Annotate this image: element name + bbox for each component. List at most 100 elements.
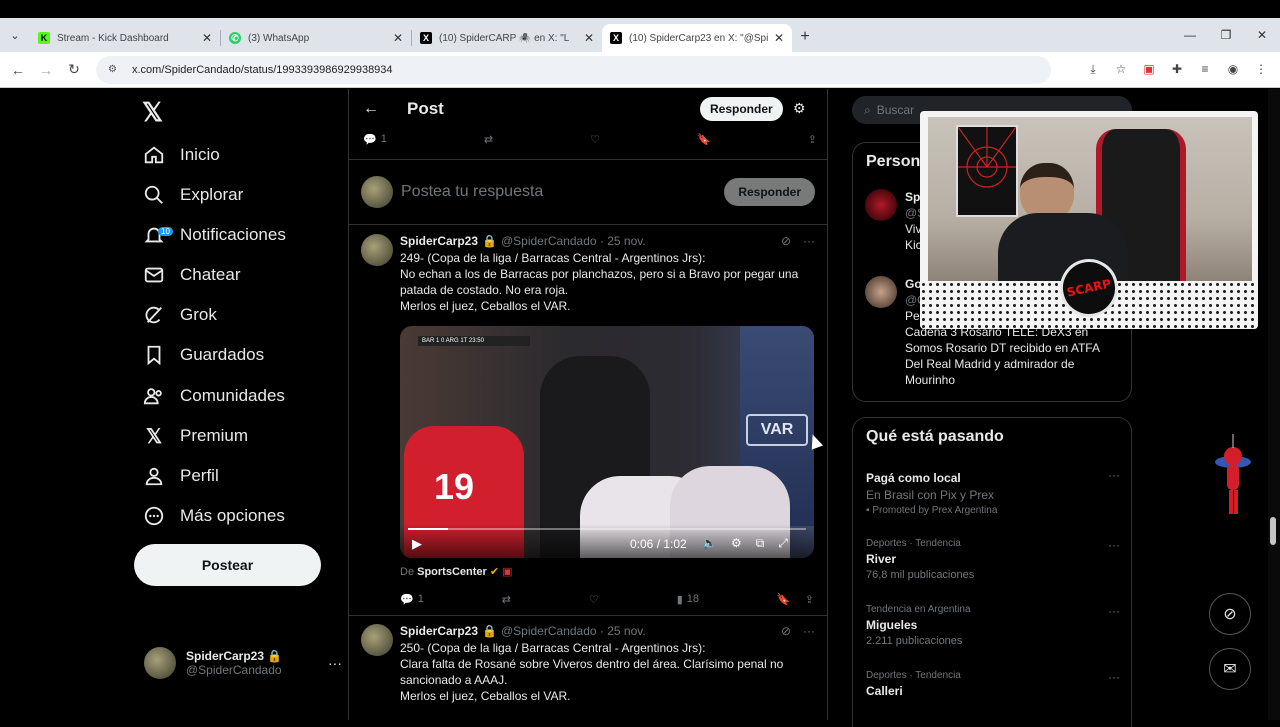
tweet-meta: @SpiderCandado · 25 nov. — [500, 234, 646, 248]
messages-float-button[interactable]: ✉ — [1209, 648, 1251, 690]
source-name[interactable]: SportsCenter — [417, 566, 487, 578]
forward-icon[interactable]: → — [32, 62, 60, 78]
post-button[interactable]: Postear — [134, 544, 321, 586]
minimize-icon[interactable]: — — [1172, 28, 1208, 42]
nav-premium[interactable]: 𝕏 Premium — [142, 416, 248, 456]
restore-icon[interactable]: ❐ — [1208, 28, 1244, 42]
bell-icon: 10 — [142, 223, 173, 247]
profile-icon[interactable]: ◉ — [1224, 62, 1242, 77]
fullscreen-icon[interactable]: ⤢ — [778, 536, 788, 551]
more-icon[interactable]: ··· — [1108, 538, 1120, 552]
avatar[interactable] — [361, 234, 393, 266]
views-count: 18 — [686, 593, 699, 605]
reply-action[interactable]: 💬 1 — [363, 133, 387, 146]
views-action[interactable]: ▮ 18 — [677, 593, 699, 606]
trend-item[interactable]: Pagá como local En Brasil con Pix y Prex… — [866, 468, 1120, 516]
reply-count: 1 — [417, 593, 424, 605]
more-icon[interactable]: ··· — [1108, 604, 1120, 618]
video-controls: ▶ 0:06 / 1:02 🔈 ⚙ ⧉ ⤢ — [400, 524, 814, 558]
volume-icon[interactable]: 🔈 — [702, 536, 717, 551]
people-icon — [142, 384, 166, 408]
browser-tab[interactable]: ✆ (3) WhatsApp ✕ — [221, 24, 411, 52]
nav-home[interactable]: Inicio — [142, 135, 220, 175]
scrollbar-thumb[interactable] — [1270, 517, 1276, 545]
browser-tab[interactable]: X (10) SpiderCARP 🕷️ en X: "L ✕ — [412, 24, 602, 52]
pip-icon[interactable]: ⧉ — [756, 536, 765, 551]
nav-notifications[interactable]: 10 Notificaciones — [142, 215, 286, 255]
nav-communities[interactable]: Comunidades — [142, 376, 285, 416]
more-icon[interactable]: ··· — [803, 624, 815, 638]
browser-tab-active[interactable]: X (10) SpiderCarp23 en X: "@Spic ✕ — [602, 24, 792, 52]
trend-item[interactable]: Tendencia en Argentina Migueles 2.211 pu… — [866, 604, 1120, 647]
url-field[interactable]: ⚙ x.com/SpiderCandado/status/19933939869… — [96, 55, 1051, 84]
nav-explore[interactable]: Explorar — [142, 175, 243, 215]
tweet[interactable]: SpiderCarp23 🔒 @SpiderCandado · 25 nov. … — [349, 226, 827, 616]
site-info-icon[interactable]: ⚙ — [108, 64, 122, 75]
grok-icon[interactable]: ⊘ — [781, 234, 791, 248]
nav-profile[interactable]: Perfil — [142, 456, 219, 496]
like-icon[interactable]: ♡ — [589, 593, 599, 606]
more-icon[interactable]: ··· — [803, 234, 815, 248]
more-icon[interactable]: ··· — [1108, 670, 1120, 684]
puzzle-icon[interactable]: ✚ — [1168, 62, 1186, 77]
tweet[interactable]: SpiderCarp23 🔒 @SpiderCandado · 25 nov. … — [349, 616, 827, 720]
close-icon[interactable]: ✕ — [393, 31, 403, 45]
account-switcher[interactable]: SpiderCarp23 🔒 @SpiderCandado ··· — [144, 647, 342, 679]
share-icon[interactable]: ⇪ — [808, 133, 817, 146]
extension-red-icon[interactable]: ▣ — [1140, 62, 1158, 77]
back-arrow-icon[interactable]: ← — [351, 100, 391, 118]
play-icon[interactable]: ▶ — [412, 536, 422, 552]
whatsapp-icon: ✆ — [229, 32, 241, 44]
menu-icon[interactable]: ⋮ — [1252, 62, 1270, 77]
media-icon[interactable]: ≡ — [1196, 62, 1214, 77]
close-icon[interactable]: ✕ — [584, 31, 594, 45]
avatar[interactable] — [361, 624, 393, 656]
nav-grok[interactable]: Grok — [142, 295, 217, 335]
nav-more[interactable]: Más opciones — [142, 496, 285, 536]
trend-name: River — [866, 552, 897, 566]
follow-suggestion[interactable]: Sp @S Viv Kic — [865, 189, 925, 253]
tweet-display-name[interactable]: SpiderCarp23 — [400, 234, 478, 248]
settings-icon[interactable]: ⚙ — [731, 536, 742, 551]
grok-icon[interactable]: ⊘ — [781, 624, 791, 638]
repost-icon[interactable]: ⇄ — [484, 133, 493, 146]
video-player[interactable]: VAR BAR 1 0 ARG 1T 23:50 19 ▶ 0:06 / 1:0… — [400, 326, 814, 558]
tweet-display-name[interactable]: SpiderCarp23 — [400, 624, 478, 638]
reload-icon[interactable]: ↻ — [60, 61, 88, 78]
trend-item[interactable]: Deportes · Tendencia Calleri ··· — [866, 670, 1120, 698]
browser-tab[interactable]: K Stream - Kick Dashboard ✕ — [30, 24, 220, 52]
nav-chat[interactable]: Chatear — [142, 255, 240, 295]
more-icon[interactable]: ··· — [1108, 468, 1120, 482]
scrollbar[interactable] — [1268, 89, 1280, 720]
x-logo-icon[interactable]: 𝕏 — [142, 97, 163, 128]
grok-float-button[interactable]: ⊘ — [1209, 593, 1251, 635]
trend-name: Pagá como local — [866, 471, 961, 485]
webcam-overlay: SCARP — [920, 111, 1258, 329]
bookmark-icon[interactable]: 🔖 — [777, 593, 791, 606]
reply-action[interactable]: 💬 1 — [400, 593, 424, 606]
star-icon[interactable]: ☆ — [1112, 62, 1130, 77]
more-icon[interactable]: ··· — [328, 655, 342, 671]
video-progress-bar[interactable] — [408, 528, 806, 530]
reply-header-button[interactable]: Responder — [700, 97, 783, 121]
back-icon[interactable]: ← — [4, 62, 32, 78]
trend-item[interactable]: Deportes · Tendencia River 76,8 mil publ… — [866, 538, 1120, 581]
tab-search-icon[interactable]: ⌄ — [0, 18, 30, 52]
search-icon: ⌕ — [864, 102, 871, 117]
reply-icon: 💬 — [400, 593, 414, 606]
close-icon[interactable]: ✕ — [202, 31, 212, 45]
like-icon[interactable]: ♡ — [590, 133, 600, 146]
account-handle: @SpiderCandado — [186, 663, 282, 677]
bookmark-icon[interactable]: 🔖 — [697, 133, 711, 146]
reply-submit-button[interactable]: Responder — [724, 178, 815, 206]
close-window-icon[interactable]: ✕ — [1244, 28, 1280, 42]
install-icon[interactable]: ⤓ — [1084, 62, 1102, 77]
reply-input[interactable]: Postea tu respuesta — [401, 183, 724, 201]
nav-bookmarks[interactable]: Guardados — [142, 335, 264, 375]
settings-sliders-icon[interactable]: ⚙ — [793, 100, 806, 117]
share-icon[interactable]: ⇪ — [805, 593, 814, 606]
bookmark-icon — [142, 343, 166, 367]
close-icon[interactable]: ✕ — [774, 31, 784, 45]
new-tab-button[interactable]: + — [792, 28, 818, 46]
repost-icon[interactable]: ⇄ — [502, 593, 511, 606]
